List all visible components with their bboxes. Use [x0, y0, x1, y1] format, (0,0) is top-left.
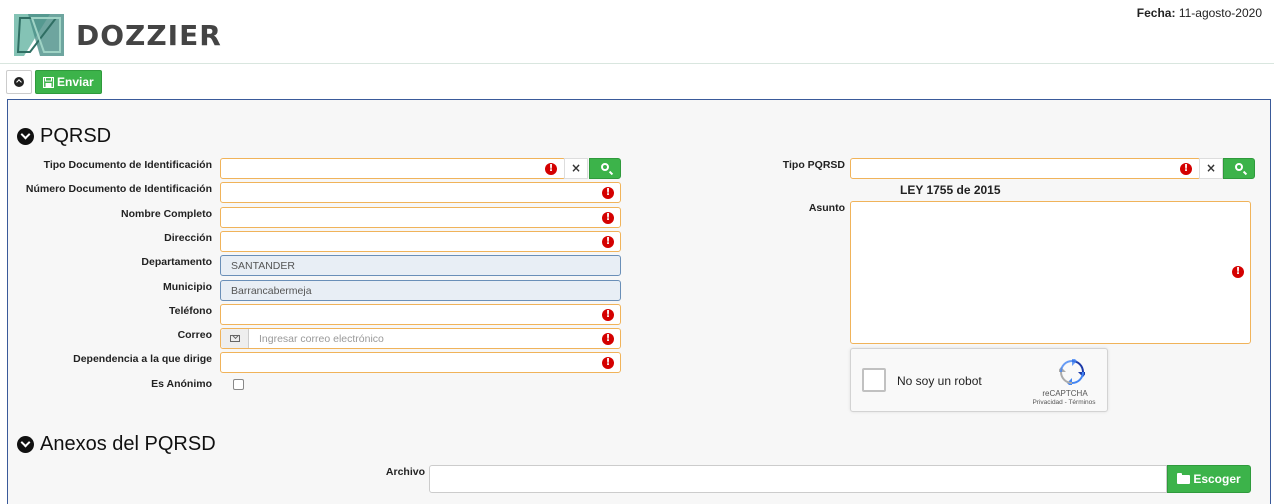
section-pqrsd-header[interactable]: PQRSD [17, 125, 111, 148]
telefono-field[interactable]: ! [220, 304, 621, 325]
chevron-down-icon [17, 436, 34, 453]
telefono-label: Teléfono [169, 305, 212, 317]
anonimo-checkbox[interactable] [233, 379, 244, 390]
correo-label: Correo [177, 329, 212, 341]
form-panel: PQRSD Tipo Documento de Identificación !… [7, 99, 1271, 504]
logo: DOZZIER [10, 10, 222, 60]
escoger-button[interactable]: Escoger [1167, 465, 1251, 493]
brand-name: DOZZIER [76, 18, 222, 52]
recaptcha-checkbox[interactable] [862, 368, 886, 392]
enviar-label: Enviar [57, 75, 94, 89]
error-icon: ! [545, 163, 557, 175]
error-icon: ! [602, 187, 614, 199]
app-header: DOZZIER Fecha: 11-agosto-2020 [0, 0, 1274, 64]
recaptcha-widget: No soy un robot reCAPTCHA Privacidad - T… [850, 348, 1108, 412]
tipo-pqrsd-field[interactable]: ! [850, 158, 1201, 179]
tipo-documento-label: Tipo Documento de Identificación [43, 159, 212, 171]
save-icon [43, 76, 54, 88]
date-display: Fecha: 11-agosto-2020 [1137, 6, 1262, 20]
collapse-toolbar-button[interactable] [6, 70, 32, 94]
search-tipo-documento-button[interactable] [589, 158, 621, 179]
folder-open-icon [1177, 472, 1191, 484]
enviar-button[interactable]: Enviar [35, 70, 102, 94]
search-icon [601, 163, 609, 171]
ley-text: LEY 1755 de 2015 [900, 183, 1001, 197]
error-icon: ! [602, 333, 614, 345]
anonimo-label: Es Anónimo [151, 378, 212, 390]
clear-tipo-documento-button[interactable]: × [564, 158, 588, 179]
section-anexos-header[interactable]: Anexos del PQRSD [17, 433, 216, 456]
municipio-label: Municipio [163, 281, 212, 293]
departamento-label: Departamento [141, 256, 212, 268]
departamento-value: SANTANDER [231, 260, 295, 272]
dependencia-label: Dependencia a la que dirige [73, 353, 212, 365]
tipo-documento-field[interactable]: ! [220, 158, 566, 179]
error-icon: ! [1232, 266, 1244, 278]
municipio-value: Barrancabermeja [231, 285, 312, 297]
mail-addon [221, 329, 249, 348]
error-icon: ! [602, 357, 614, 369]
nombre-completo-field[interactable]: ! [220, 207, 621, 228]
asunto-label: Asunto [808, 202, 845, 214]
search-icon [1235, 163, 1243, 171]
recaptcha-brand: reCAPTCHA [1042, 389, 1088, 398]
search-tipo-pqrsd-button[interactable] [1223, 158, 1255, 179]
dozzier-logo-icon [14, 14, 64, 56]
numero-documento-label: Número Documento de Identificación [25, 183, 212, 195]
direccion-label: Dirección [164, 232, 212, 244]
numero-documento-field[interactable]: ! [220, 182, 621, 203]
error-icon: ! [602, 309, 614, 321]
toolbar: Enviar [6, 70, 102, 94]
error-icon: ! [602, 236, 614, 248]
section-pqrsd-title: PQRSD [40, 125, 112, 147]
recaptcha-links[interactable]: Privacidad - Términos [1029, 399, 1099, 406]
clear-tipo-pqrsd-button[interactable]: × [1199, 158, 1223, 179]
archivo-label: Archivo [385, 466, 425, 478]
error-icon: ! [1180, 163, 1192, 175]
correo-placeholder: Ingresar correo electrónico [259, 333, 384, 345]
dependencia-field[interactable]: ! [220, 352, 621, 373]
chevron-up-icon [14, 77, 24, 87]
tipo-pqrsd-label: Tipo PQRSD [782, 159, 845, 171]
chevron-down-icon [17, 128, 34, 145]
recaptcha-label: No soy un robot [897, 374, 982, 388]
date-label: Fecha: [1136, 6, 1176, 20]
date-value: 11-agosto-2020 [1178, 6, 1262, 20]
correo-field[interactable]: Ingresar correo electrónico ! [220, 328, 621, 349]
municipio-select[interactable]: Barrancabermeja [220, 280, 621, 301]
direccion-field[interactable]: ! [220, 231, 621, 252]
nombre-completo-label: Nombre Completo [120, 208, 212, 220]
escoger-label: Escoger [1193, 472, 1241, 486]
recaptcha-logo-icon [1059, 359, 1085, 385]
asunto-textarea[interactable]: ! [850, 201, 1251, 344]
departamento-select[interactable]: SANTANDER [220, 255, 621, 276]
archivo-input[interactable] [429, 465, 1167, 493]
envelope-icon [230, 335, 240, 342]
error-icon: ! [602, 212, 614, 224]
section-anexos-title: Anexos del PQRSD [40, 433, 216, 455]
